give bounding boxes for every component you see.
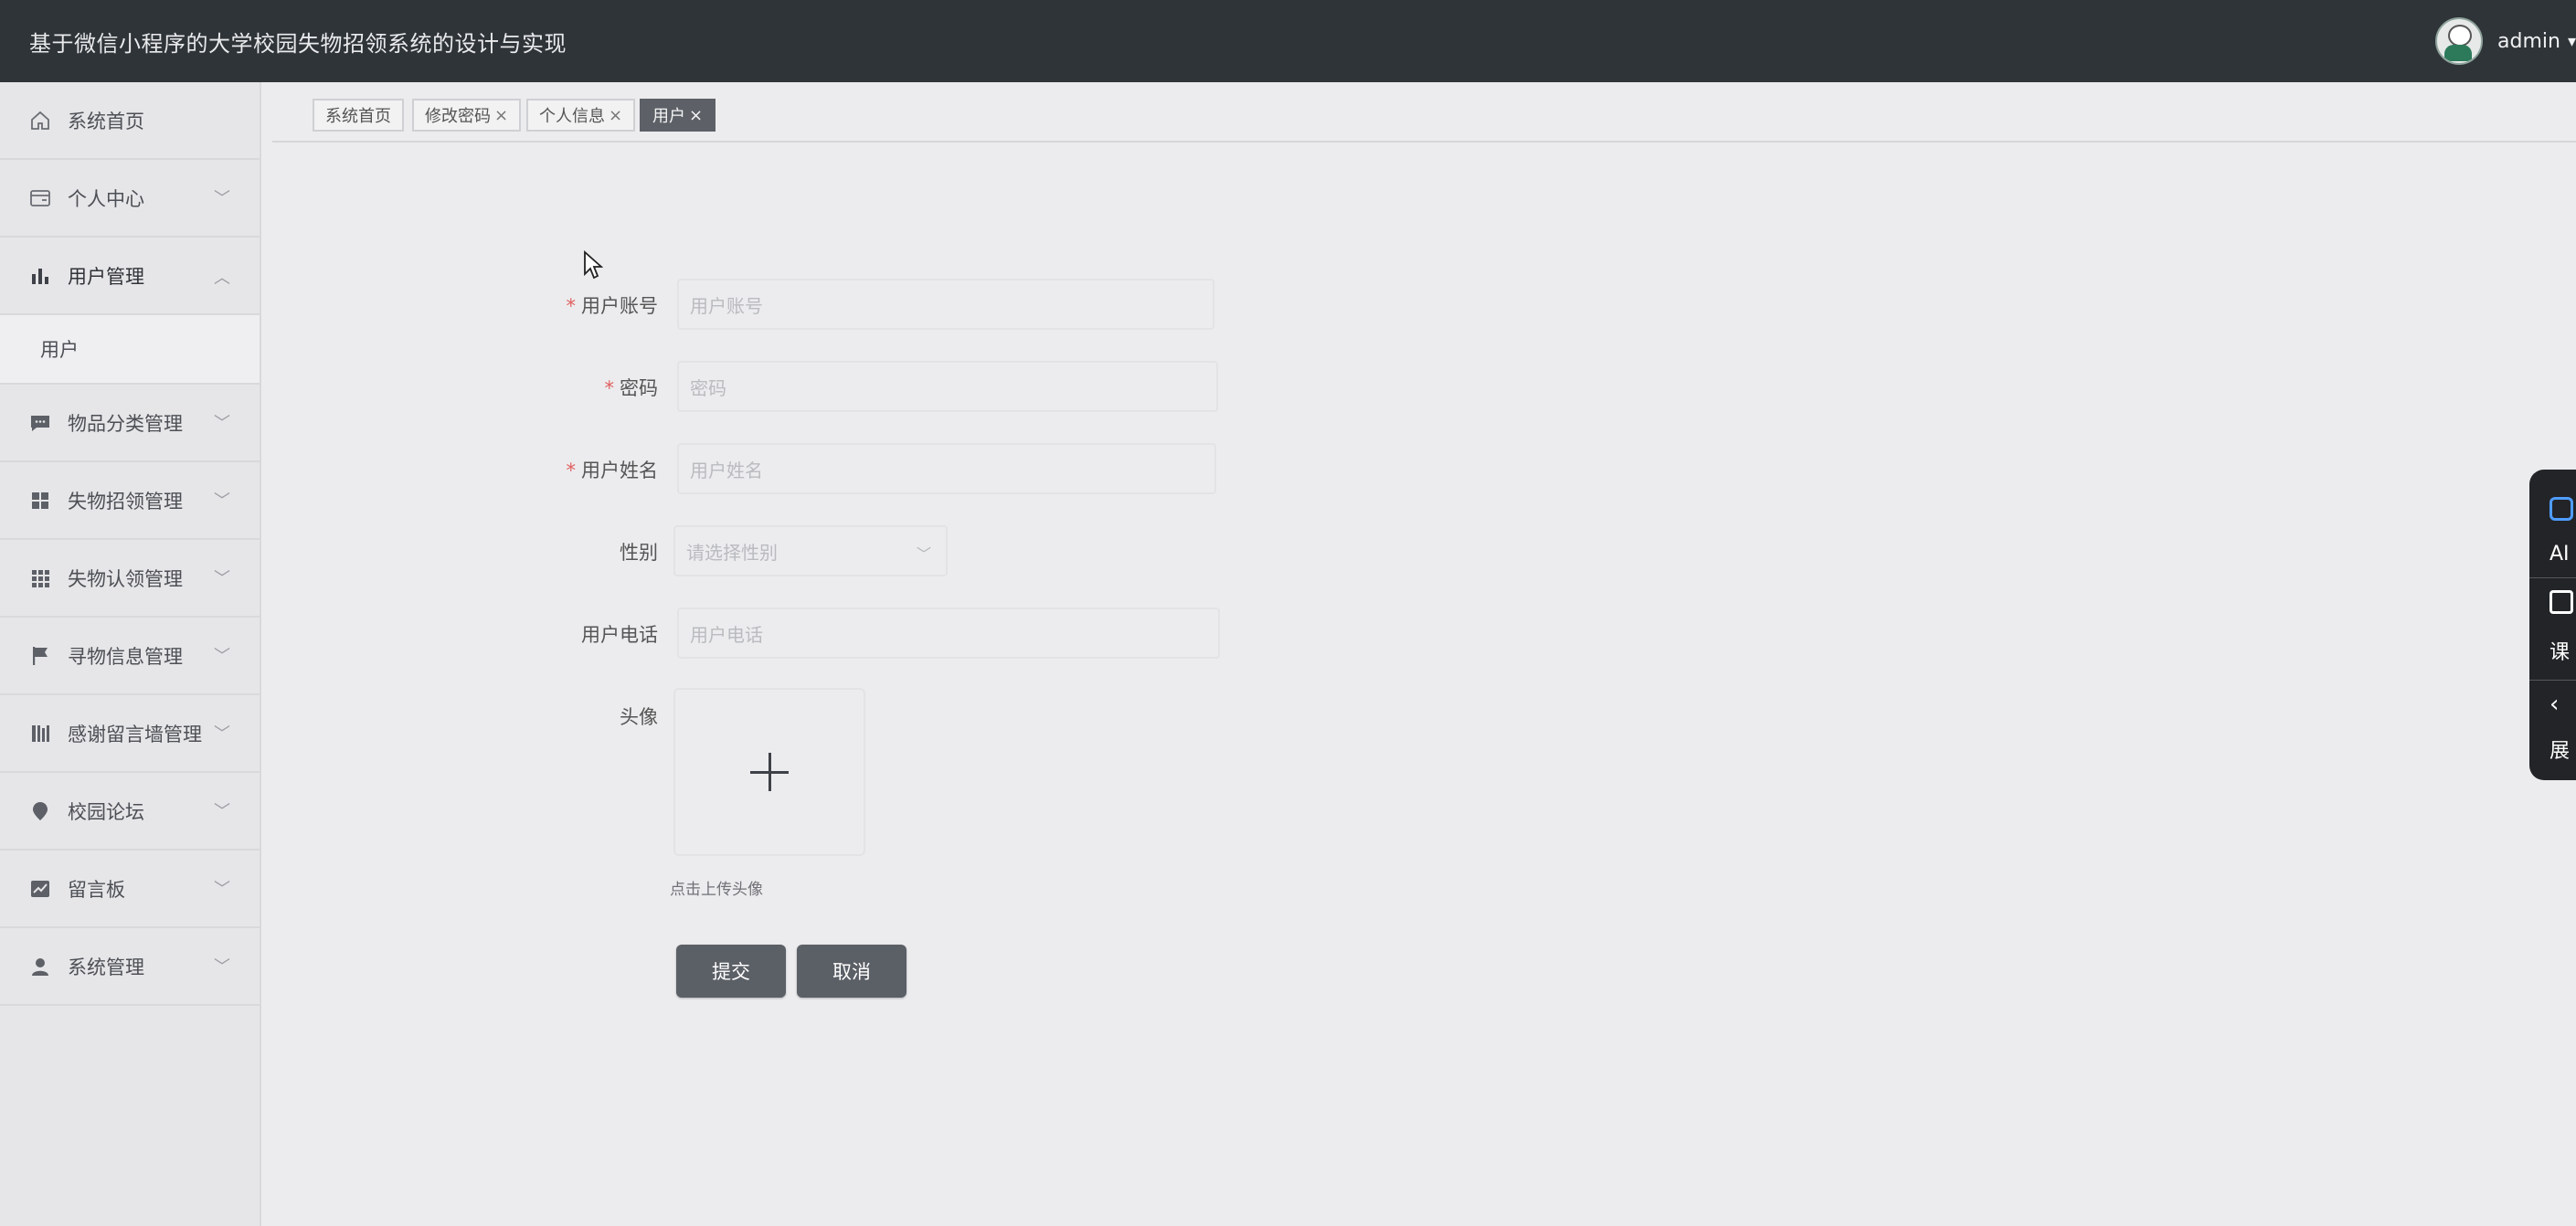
sidebar-item-label: 物品分类管理 [68,412,183,435]
sidebar-item-label: 系统管理 [68,956,144,978]
tab-personal-info[interactable]: 个人信息 × [526,99,636,132]
sidebar-item-label: 用户管理 [68,265,144,288]
sidebar-item-claim-management[interactable]: 失物认领管理 ﹀ [0,540,260,618]
gender-label: 性别 [620,542,658,564]
sidebar-item-personal-center[interactable]: 个人中心 ﹀ [0,160,260,238]
trend-icon [27,876,53,902]
sidebar-item-label: 感谢留言墙管理 [68,723,202,745]
mouse-cursor-icon [583,249,604,287]
message-icon [27,410,53,436]
tab-label: 个人信息 [539,107,605,126]
account-label: * 用户账号 [566,295,659,317]
bars-icon [27,721,53,746]
avatar[interactable] [2435,17,2484,65]
apps-icon [27,565,53,591]
close-icon[interactable]: × [609,106,622,125]
chevron-down-icon: ﹀ [214,569,230,588]
course-label[interactable]: 课 [2549,636,2576,665]
card-icon [27,185,53,211]
sidebar-item-label: 留言板 [68,878,125,901]
home-icon [27,108,53,133]
upload-hint: 点击上传头像 [670,881,763,899]
sidebar-item-user-management[interactable]: 用户管理 ︿ [0,238,260,315]
tab-bar: 系统首页 修改密码 × 个人信息 × 用户 × [272,88,2576,143]
sidebar-item-category-management[interactable]: 物品分类管理 ﹀ [0,385,260,462]
top-header: 基于微信小程序的大学校园失物招领系统的设计与实现 admin ▾ [0,0,2576,82]
gender-select-value: 请选择性别 [686,541,778,564]
cancel-button[interactable]: 取消 [797,945,906,998]
sidebar-item-search-info-management[interactable]: 寻物信息管理 ﹀ [0,618,260,695]
phone-label: 用户电话 [581,624,658,646]
chevron-up-icon: ︿ [214,269,230,288]
password-label: * 密码 [604,377,659,399]
sidebar-item-message-board[interactable]: 留言板 ﹀ [0,851,260,928]
gender-select[interactable]: 请选择性别 ﹀ [673,525,948,576]
account-input[interactable]: 用户账号 [677,279,1214,330]
chevron-down-icon: ﹀ [214,802,230,821]
sidebar-item-label: 失物招领管理 [68,490,183,513]
tab-home[interactable]: 系统首页 [313,99,404,132]
tab-label: 修改密码 [425,107,491,126]
sidebar-item-label: 个人中心 [68,187,144,210]
sidebar-item-label: 寻物信息管理 [68,645,183,668]
app-title: 基于微信小程序的大学校园失物招领系统的设计与实现 [29,31,567,57]
sidebar-item-lost-found-management[interactable]: 失物招领管理 ﹀ [0,462,260,540]
tab-label: 系统首页 [325,107,391,126]
chevron-down-icon: ﹀ [214,491,230,511]
tab-user[interactable]: 用户 × [640,99,716,132]
flag-icon [27,643,53,669]
ai-icon[interactable] [2549,497,2573,521]
grid-icon [27,488,53,513]
sidebar-item-thanks-wall-management[interactable]: 感谢留言墙管理 ﹀ [0,695,260,773]
floating-tool-panel: AI 课 ‹ 展 [2529,470,2576,780]
user-icon [27,954,53,979]
sidebar-item-system-management[interactable]: 系统管理 ﹀ [0,928,260,1006]
avatar-label: 头像 [620,706,658,728]
sidebar: 系统首页 个人中心 ﹀ 用户管理 ︿ 用户 物品分类管理 ﹀ 失物招领管理 ﹀ [0,82,261,1226]
chevron-down-icon: ﹀ [214,880,230,899]
sidebar-item-label: 系统首页 [68,110,144,132]
user-name[interactable]: admin [2497,30,2560,53]
sidebar-item-label: 校园论坛 [68,800,144,823]
sidebar-item-home[interactable]: 系统首页 [0,82,260,160]
tab-label: 用户 [652,107,685,126]
close-icon[interactable]: × [494,106,508,125]
location-icon [27,798,53,824]
chevron-down-icon: ﹀ [214,724,230,744]
user-menu[interactable]: admin ▾ [2435,16,2576,66]
chevron-down-icon: ﹀ [214,414,230,433]
name-input[interactable]: 用户姓名 [677,443,1216,494]
bar-chart-icon [27,263,53,289]
name-label: * 用户姓名 [566,460,659,481]
tab-change-password[interactable]: 修改密码 × [412,99,522,132]
chevron-down-icon: ﹀ [214,957,230,977]
expand-icon[interactable]: ‹ [2549,691,2576,718]
phone-input[interactable]: 用户电话 [677,608,1220,659]
ai-label[interactable]: AI [2549,543,2576,565]
sidebar-item-label: 失物认领管理 [68,567,183,590]
chevron-down-icon: ﹀ [214,647,230,666]
password-input[interactable]: 密码 [677,361,1218,412]
book-icon[interactable] [2549,590,2573,614]
sidebar-subitem-user[interactable]: 用户 [0,315,260,385]
chevron-down-icon: ﹀ [916,545,931,563]
chevron-down-icon: ﹀ [214,189,230,208]
avatar-upload[interactable] [673,688,865,856]
caret-down-icon[interactable]: ▾ [2568,32,2576,51]
close-icon[interactable]: × [689,106,703,125]
sidebar-item-campus-forum[interactable]: 校园论坛 ﹀ [0,773,260,851]
expand-label[interactable]: 展 [2549,735,2576,764]
sidebar-subitem-label: 用户 [40,339,79,361]
submit-button[interactable]: 提交 [676,945,786,998]
